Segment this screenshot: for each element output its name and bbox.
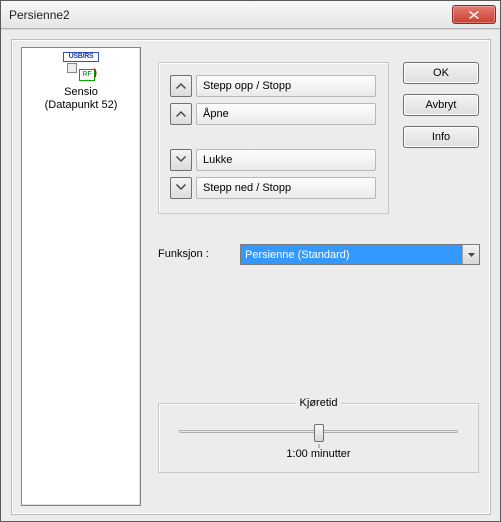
open-button[interactable] (170, 103, 192, 125)
chevron-down-icon (176, 156, 186, 164)
device-list[interactable]: USB/RS RF Sensio (Datapunkt 52) (21, 47, 141, 506)
step-up-control: Stepp opp / Stopp (170, 75, 376, 97)
rf-badge: RF (79, 69, 95, 81)
close-label-button[interactable]: Lukke (196, 149, 376, 171)
close-control: Lukke (170, 149, 376, 171)
open-control: Åpne (170, 103, 376, 125)
caret-down-icon (468, 253, 475, 257)
usb-rs-badge: USB/RS (63, 52, 99, 62)
step-up-label: Stepp opp / Stopp (203, 80, 291, 92)
close-label: Lukke (203, 154, 232, 166)
runtime-slider[interactable] (179, 422, 458, 446)
dialog-window: Persienne2 USB/RS RF Sensio (Datapunkt 5… (0, 0, 501, 522)
window-title: Persienne2 (9, 8, 452, 22)
open-label-button[interactable]: Åpne (196, 103, 376, 125)
titlebar: Persienne2 (1, 1, 500, 29)
direction-controls-group: Stepp opp / Stopp Åpne Lukke (158, 62, 389, 214)
close-button[interactable] (452, 5, 496, 24)
cancel-label: Avbryt (426, 99, 457, 111)
device-label-line1: Sensio (22, 86, 140, 99)
open-label: Åpne (203, 108, 229, 120)
runtime-legend: Kjøretid (296, 397, 342, 409)
client-area: USB/RS RF Sensio (Datapunkt 52) Stepp op… (1, 29, 500, 521)
close-icon (469, 11, 479, 19)
info-label: Info (432, 131, 450, 143)
slider-thumb[interactable] (314, 424, 324, 442)
funksjon-label: Funksjon : (158, 248, 209, 260)
device-icon: USB/RS RF (61, 52, 101, 84)
step-up-button[interactable] (170, 75, 192, 97)
step-down-button[interactable] (170, 177, 192, 199)
ok-label: OK (433, 67, 449, 79)
chevron-up-icon (176, 110, 186, 118)
step-up-label-button[interactable]: Stepp opp / Stopp (196, 75, 376, 97)
plug-icon (67, 63, 77, 73)
close-control-button[interactable] (170, 149, 192, 171)
step-down-label-button[interactable]: Stepp ned / Stopp (196, 177, 376, 199)
cancel-button[interactable]: Avbryt (403, 94, 479, 116)
runtime-group: Kjøretid 1:00 minutter (158, 403, 479, 473)
info-button[interactable]: Info (403, 126, 479, 148)
runtime-value: 1:00 minutter (159, 448, 478, 460)
funksjon-selected: Persienne (Standard) (241, 245, 462, 264)
device-item[interactable]: USB/RS RF Sensio (Datapunkt 52) (22, 48, 140, 112)
funksjon-combobox[interactable]: Persienne (Standard) (240, 244, 480, 265)
step-down-label: Stepp ned / Stopp (203, 182, 291, 194)
chevron-down-icon (176, 184, 186, 192)
step-down-control: Stepp ned / Stopp (170, 177, 376, 199)
device-label-line2: (Datapunkt 52) (22, 99, 140, 112)
main-panel: USB/RS RF Sensio (Datapunkt 52) Stepp op… (11, 39, 491, 515)
combobox-arrow[interactable] (462, 245, 479, 264)
chevron-up-icon (176, 82, 186, 90)
ok-button[interactable]: OK (403, 62, 479, 84)
